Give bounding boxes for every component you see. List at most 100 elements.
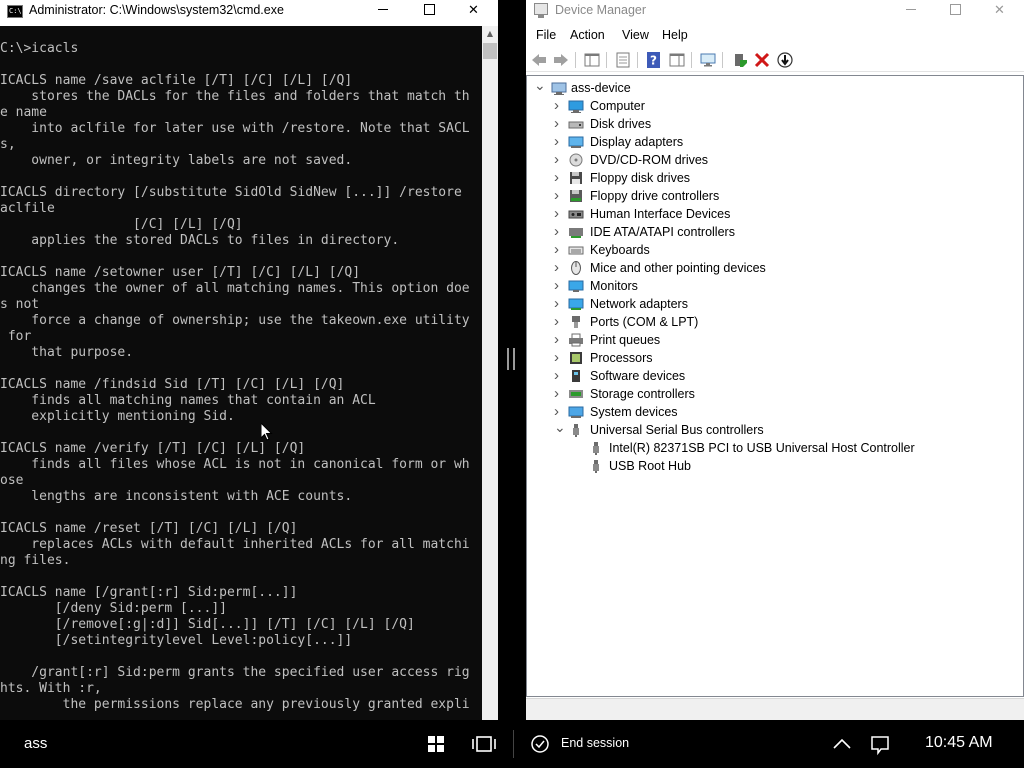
end-session-label: End session xyxy=(561,736,630,750)
tree-item-label: DVD/CD-ROM drives xyxy=(590,153,709,167)
hid-icon xyxy=(568,210,584,219)
uninstall-device-icon[interactable] xyxy=(753,51,771,69)
menu-help[interactable]: Help xyxy=(662,26,688,44)
chevron-right-icon[interactable]: › xyxy=(554,277,564,295)
cmd-titlebar[interactable]: C:\ Administrator: C:\Windows\system32\c… xyxy=(0,0,498,26)
tree-item-label: Print queues xyxy=(590,333,661,347)
chevron-right-icon[interactable]: › xyxy=(554,313,564,331)
maximize-button[interactable] xyxy=(406,0,452,26)
forward-icon[interactable] xyxy=(552,51,570,69)
chevron-right-icon[interactable]: › xyxy=(554,367,564,385)
chevron-right-icon[interactable]: › xyxy=(554,133,564,151)
scrollbar-thumb[interactable] xyxy=(483,43,497,59)
device-manager-window[interactable]: Device Manager File Action View Help ? xyxy=(526,0,1024,720)
tree-category[interactable]: › Disk drives xyxy=(527,115,1017,133)
help-icon[interactable]: ? xyxy=(645,51,663,69)
menu-file[interactable]: File xyxy=(536,26,556,44)
toolbar: ? xyxy=(526,48,1024,72)
tree-item-label: Disk drives xyxy=(590,117,652,131)
tree-item-label: Display adapters xyxy=(590,135,684,149)
chevron-right-icon[interactable]: › xyxy=(554,349,564,367)
ide-icon xyxy=(569,228,583,238)
task-view-icon[interactable] xyxy=(468,728,500,760)
minimize-button[interactable] xyxy=(360,0,406,26)
menu-action[interactable]: Action xyxy=(570,26,605,44)
chevron-right-icon[interactable]: › xyxy=(554,97,564,115)
splitter-grip-icon[interactable] xyxy=(507,348,515,370)
console-scrollbar[interactable]: ▲ xyxy=(482,26,498,720)
chevron-right-icon[interactable]: › xyxy=(554,331,564,349)
windows-start-icon[interactable] xyxy=(420,728,452,760)
chevron-up-icon[interactable] xyxy=(830,732,854,756)
tree-item-label: Network adapters xyxy=(590,297,688,311)
back-icon[interactable] xyxy=(530,51,548,69)
chevron-right-icon[interactable]: › xyxy=(554,259,564,277)
close-button[interactable] xyxy=(978,0,1024,26)
device-manager-app-icon xyxy=(534,3,548,18)
cmd-window[interactable]: C:\ Administrator: C:\Windows\system32\c… xyxy=(0,0,498,720)
tree-category[interactable]: › Ports (COM & LPT) xyxy=(527,313,1017,331)
tree-category[interactable]: ⌄ Universal Serial Bus controllers xyxy=(527,420,1017,439)
chevron-right-icon[interactable]: › xyxy=(554,169,564,187)
console-output[interactable]: C:\>icacls ICACLS name /save aclfile [/T… xyxy=(0,26,482,720)
tree-device[interactable]: Intel(R) 82371SB PCI to USB Universal Ho… xyxy=(527,439,1017,457)
toolbar-separator xyxy=(575,52,576,68)
maximize-button[interactable] xyxy=(932,0,978,26)
tree-category[interactable]: › Monitors xyxy=(527,277,1017,295)
tree-category[interactable]: › IDE ATA/ATAPI controllers xyxy=(527,223,1017,241)
tree-category[interactable]: › Print queues xyxy=(527,331,1017,349)
chevron-down-icon[interactable]: ⌄ xyxy=(554,420,566,439)
clock[interactable]: 10:45 AM xyxy=(925,734,993,752)
tree-category[interactable]: › Mice and other pointing devices xyxy=(527,259,1017,277)
tree-category[interactable]: › Keyboards xyxy=(527,241,1017,259)
devmgr-window-title: Device Manager xyxy=(555,3,647,17)
tree-category[interactable]: › Display adapters xyxy=(527,133,1017,151)
tree-item-label: Software devices xyxy=(590,369,686,383)
notification-icon[interactable] xyxy=(868,732,892,756)
floppy-controller-icon xyxy=(570,190,582,202)
chevron-down-icon[interactable]: ⌄ xyxy=(534,78,546,97)
disable-device-icon[interactable] xyxy=(776,51,794,69)
tree-device[interactable]: USB Root Hub xyxy=(527,457,1017,475)
menu-view[interactable]: View xyxy=(622,26,649,44)
end-session-button[interactable]: End session xyxy=(530,732,640,756)
update-driver-icon[interactable] xyxy=(731,51,749,69)
tree-category[interactable]: › Computer xyxy=(527,97,1017,115)
chevron-right-icon[interactable]: › xyxy=(554,223,564,241)
tree-item-label: IDE ATA/ATAPI controllers xyxy=(590,225,735,239)
device-tree[interactable]: ⌄ ass-device › Computer › Disk drives › Display… xyxy=(526,75,1024,697)
keyboard-icon xyxy=(568,246,584,255)
display-adapter-icon xyxy=(568,136,584,148)
close-button[interactable] xyxy=(452,0,498,26)
chevron-right-icon[interactable]: › xyxy=(554,385,564,403)
tree-root-node[interactable]: ⌄ ass-device xyxy=(527,78,1017,97)
chevron-right-icon[interactable]: › xyxy=(554,151,564,169)
tree-category[interactable]: › Processors xyxy=(527,349,1017,367)
tree-item-label: Keyboards xyxy=(590,243,650,257)
session-user-label: ass xyxy=(24,735,48,752)
tree-category[interactable]: › Software devices xyxy=(527,367,1017,385)
tree-category[interactable]: › Storage controllers xyxy=(527,385,1017,403)
chevron-right-icon[interactable]: › xyxy=(554,115,564,133)
tree-category[interactable]: › System devices xyxy=(527,403,1017,421)
properties-icon[interactable] xyxy=(614,51,632,69)
devmgr-titlebar[interactable]: Device Manager xyxy=(526,0,1024,22)
tree-category[interactable]: › Floppy drive controllers xyxy=(527,187,1017,205)
tree-category[interactable]: › Floppy disk drives xyxy=(527,169,1017,187)
minimize-button[interactable] xyxy=(888,0,934,26)
scroll-up-arrow-icon[interactable]: ▲ xyxy=(482,26,498,42)
tree-item-label: Storage controllers xyxy=(590,387,695,401)
tree-category[interactable]: › Human Interface Devices xyxy=(527,205,1017,223)
tree-category[interactable]: › DVD/CD-ROM drives xyxy=(527,151,1017,169)
chevron-right-icon[interactable]: › xyxy=(554,205,564,223)
scan-hardware-icon[interactable] xyxy=(699,51,717,69)
chevron-right-icon[interactable]: › xyxy=(554,187,564,205)
tree-item-label: Intel(R) 82371SB PCI to USB Universal Ho… xyxy=(609,441,915,455)
action-pane-icon[interactable] xyxy=(668,51,686,69)
show-hide-tree-icon[interactable] xyxy=(583,51,601,69)
chevron-right-icon[interactable]: › xyxy=(554,241,564,259)
toolbar-separator xyxy=(722,52,723,68)
chevron-right-icon[interactable]: › xyxy=(554,295,564,313)
tree-category[interactable]: › Network adapters xyxy=(527,295,1017,313)
window-splitter[interactable] xyxy=(498,0,526,720)
